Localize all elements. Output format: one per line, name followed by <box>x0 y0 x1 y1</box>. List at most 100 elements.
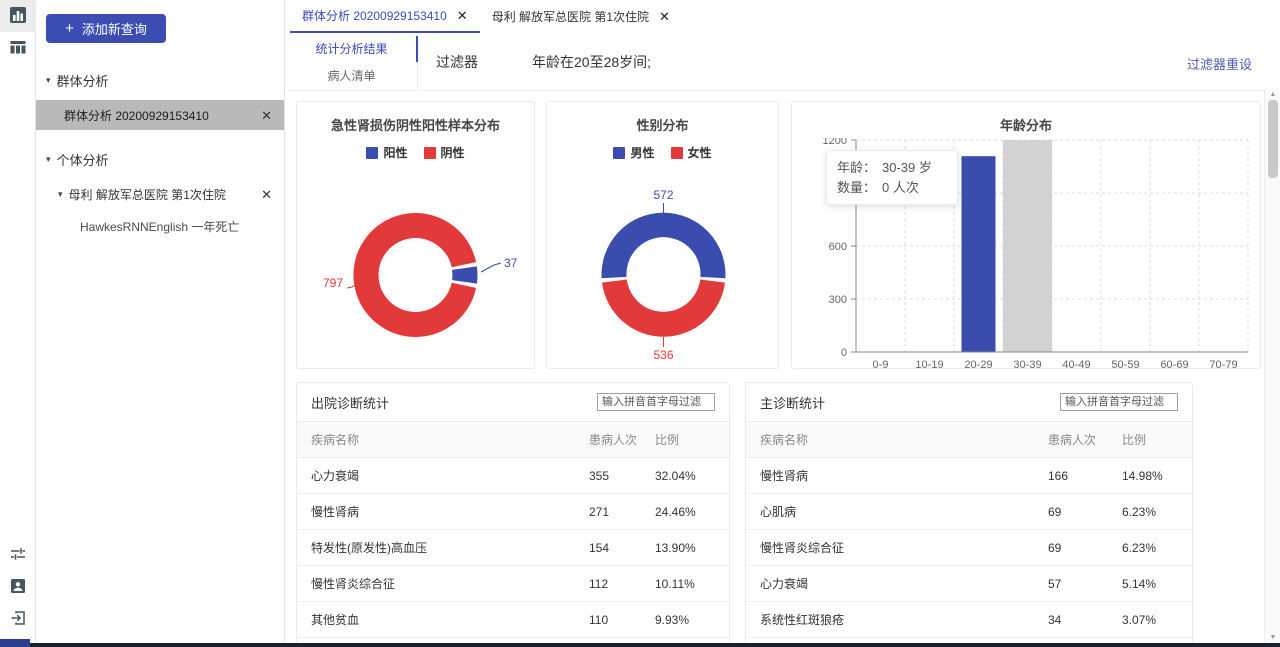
tree-group-individual[interactable]: ▾ 个体分析 <box>36 144 284 175</box>
donut-slice-male[interactable] <box>602 213 726 279</box>
query-sidebar: + 添加新查询 ▾ 群体分析 群体分析 20200929153410 ✕ ▾ 个… <box>36 0 285 647</box>
settings-nav[interactable] <box>0 539 36 571</box>
window-bottom-border <box>0 643 1280 647</box>
svg-text:1200: 1200 <box>823 138 847 147</box>
account-nav[interactable] <box>0 571 36 603</box>
close-icon[interactable]: ✕ <box>261 109 272 122</box>
svg-text:0-9: 0-9 <box>873 359 889 371</box>
query-tree: ▾ 群体分析 群体分析 20200929153410 ✕ ▾ 个体分析 ▾ 母利… <box>36 65 284 235</box>
close-icon[interactable]: ✕ <box>261 188 272 201</box>
table-row[interactable]: 其他贫血 110 9.93% <box>297 602 729 638</box>
svg-text:50-59: 50-59 <box>1111 359 1139 371</box>
chevron-down-icon: ▾ <box>46 154 51 165</box>
discharge-diagnosis-card: 出院诊断统计 疾病名称 患病人次 比例 心力衰竭 355 32.04% 慢性肾病… <box>296 382 730 643</box>
table-row[interactable]: 慢性肾病 271 24.46% <box>297 494 729 530</box>
chart-legend: 阳性 阴性 <box>297 144 534 161</box>
logout-nav[interactable] <box>0 603 36 635</box>
gender-donut-chart[interactable]: 572 536 <box>547 161 778 369</box>
col-ratio: 比例 <box>1122 431 1178 448</box>
bar-20-29[interactable] <box>962 156 996 352</box>
col-patient-count: 患病人次 <box>589 431 655 448</box>
tree-item-query[interactable]: 群体分析 20200929153410 ✕ <box>36 100 284 130</box>
tooltip-label: 年龄： <box>837 158 876 178</box>
table-row[interactable]: 慢性肾病 166 14.98% <box>746 458 1192 494</box>
tab-patient[interactable]: 母利 解放军总医院 第1次住院 ✕ <box>480 0 682 33</box>
tree-item-label: 母利 解放军总医院 第1次住院 <box>69 186 226 203</box>
table-row[interactable]: 慢性肾炎综合征 69 6.23% <box>746 530 1192 566</box>
subtab-patient-list[interactable]: 病人清单 <box>286 62 417 89</box>
legend-label: 男性 <box>630 144 654 161</box>
svg-text:10-19: 10-19 <box>915 359 943 371</box>
analysis-charts-nav[interactable] <box>0 0 36 32</box>
slice-value-male: 572 <box>653 188 673 202</box>
close-icon[interactable]: ✕ <box>659 10 670 23</box>
label-line <box>481 263 501 272</box>
tree-item-patient[interactable]: ▾ 母利 解放军总医院 第1次住院 ✕ <box>36 179 284 210</box>
table-row[interactable]: 心力衰竭 355 32.04% <box>297 458 729 494</box>
donut-slice-positive[interactable] <box>452 266 477 283</box>
scrollbar-thumb[interactable] <box>1268 100 1278 178</box>
subtab-statistics[interactable]: 统计分析结果 <box>286 35 417 62</box>
legend-item-female[interactable]: 女性 <box>671 144 712 161</box>
svg-text:0: 0 <box>841 347 847 359</box>
plus-icon: + <box>65 21 74 36</box>
svg-text:40-49: 40-49 <box>1062 359 1090 371</box>
slice-value-negative: 797 <box>323 276 343 290</box>
tree-item-model[interactable]: HawkesRNNEnglish 一年死亡 <box>36 210 284 235</box>
legend-label: 女性 <box>688 144 712 161</box>
table-row[interactable]: 慢性肾炎综合征 112 10.11% <box>297 566 729 602</box>
table-row[interactable]: 特发性(原发性)高血压 154 13.90% <box>297 530 729 566</box>
legend-swatch <box>671 147 683 159</box>
legend-item-male[interactable]: 男性 <box>613 144 654 161</box>
slice-value-positive: 37 <box>504 256 518 270</box>
pinyin-filter-input[interactable] <box>1060 393 1178 411</box>
tab-label: 母利 解放军总医院 第1次住院 <box>492 8 649 25</box>
legend-item-negative[interactable]: 阴性 <box>424 144 465 161</box>
scroll-down-arrow-icon[interactable]: ▼ <box>1265 631 1280 643</box>
legend-swatch <box>613 147 625 159</box>
data-columns-nav[interactable] <box>0 32 36 64</box>
svg-text:20-29: 20-29 <box>964 359 992 371</box>
primary-diagnosis-card: 主诊断统计 疾病名称 患病人次 比例 慢性肾病 166 14.98% 心肌病 6… <box>745 382 1193 643</box>
chevron-down-icon: ▾ <box>58 189 63 200</box>
table-header-row: 疾病名称 患病人次 比例 <box>297 421 729 458</box>
svg-text:300: 300 <box>829 294 847 306</box>
tab-population-analysis[interactable]: 群体分析 20200929153410 ✕ <box>290 0 480 33</box>
svg-text:70-79: 70-79 <box>1209 359 1237 371</box>
vertical-scrollbar[interactable]: ▲ ▼ <box>1264 88 1280 643</box>
hover-highlight-band <box>1003 140 1052 352</box>
table-row[interactable]: 系统性红斑狼疮 34 3.07% <box>746 602 1192 638</box>
donut-slice-female[interactable] <box>602 280 725 337</box>
aki-donut-chart[interactable]: 37 797 <box>297 161 534 369</box>
age-distribution-card: 年龄分布 <box>791 101 1261 369</box>
bottom-left-accent <box>0 639 30 647</box>
tree-item-label: 群体分析 20200929153410 <box>64 107 209 124</box>
main-area: 群体分析 20200929153410 ✕ 母利 解放军总医院 第1次住院 ✕ … <box>286 0 1280 647</box>
pinyin-filter-input[interactable] <box>597 393 715 411</box>
sliders-icon <box>9 545 27 566</box>
add-query-button[interactable]: + 添加新查询 <box>46 14 166 43</box>
sub-tabs: 统计分析结果 病人清单 <box>286 35 418 89</box>
table-row[interactable]: 心力衰竭 57 5.14% <box>746 566 1192 602</box>
scroll-up-arrow-icon[interactable]: ▲ <box>1265 88 1280 100</box>
legend-swatch <box>366 147 378 159</box>
tree-group-label: 群体分析 <box>57 71 109 90</box>
chart-title: 性别分布 <box>547 115 778 134</box>
account-icon <box>9 577 27 598</box>
icon-rail <box>0 0 36 647</box>
legend-swatch <box>424 147 436 159</box>
table-row[interactable]: 心肌病 69 6.23% <box>746 494 1192 530</box>
svg-text:600: 600 <box>829 241 847 253</box>
close-icon[interactable]: ✕ <box>457 9 468 22</box>
columns-icon <box>9 38 27 59</box>
filter-reset-link[interactable]: 过滤器重设 <box>1187 54 1252 73</box>
table-title: 主诊断统计 <box>760 393 825 412</box>
legend-item-positive[interactable]: 阳性 <box>366 144 407 161</box>
col-ratio: 比例 <box>655 431 715 448</box>
active-subtab-indicator <box>416 36 418 62</box>
tree-group-population[interactable]: ▾ 群体分析 <box>36 65 284 96</box>
x-axis-labels: 0-9 10-19 20-29 30-39 40-49 50-59 60-69 … <box>873 359 1238 371</box>
filter-label: 过滤器 <box>436 52 478 72</box>
col-disease-name: 疾病名称 <box>311 431 589 448</box>
col-patient-count: 患病人次 <box>1048 431 1122 448</box>
